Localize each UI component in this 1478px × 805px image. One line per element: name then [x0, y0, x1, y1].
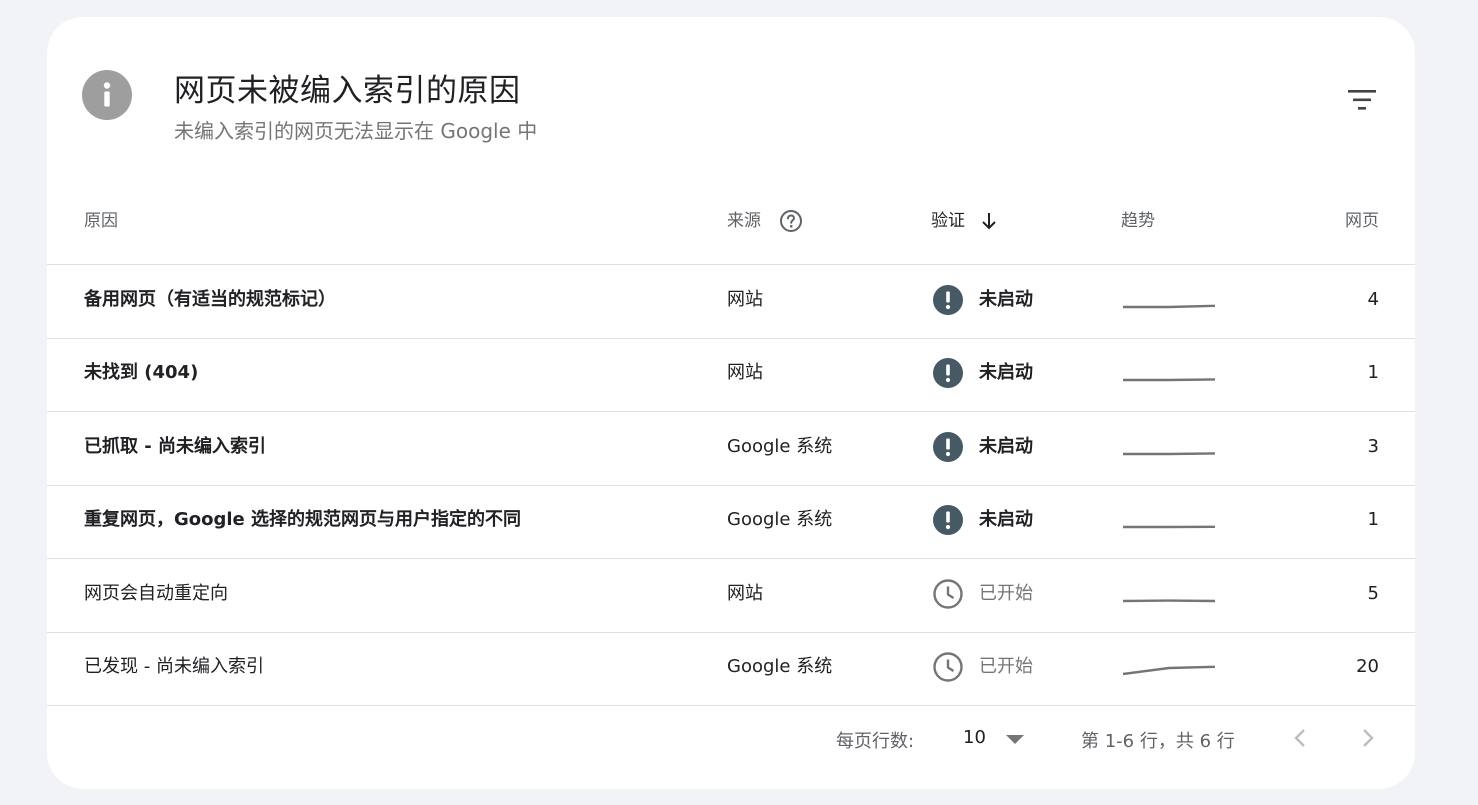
card-subtitle: 未编入索引的网页无法显示在 Google 中: [174, 119, 538, 143]
trend-sparkline: [1122, 598, 1216, 602]
trend-sparkline: [1123, 525, 1216, 529]
row-validation-status: 未启动: [979, 509, 1033, 531]
error-icon: [933, 358, 963, 389]
row-source: 网站: [727, 289, 763, 310]
rows-per-page-select[interactable]: 10: [953, 725, 1033, 755]
table-row[interactable]: 网页会自动重定向 网站 已开始 5: [47, 559, 1415, 633]
row-validation-status: 已开始: [979, 656, 1033, 677]
table-row[interactable]: 未找到 (404) 网站 未启动 1: [47, 338, 1415, 413]
info-icon: [82, 70, 132, 120]
row-pages-count: 5: [1367, 582, 1379, 604]
table-row[interactable]: 已抓取 - 尚未编入索引 Google 系统 未启动 3: [47, 412, 1415, 486]
chevron-right-icon: [1363, 729, 1374, 747]
table-row[interactable]: 备用网页（有适当的规范标记） 网站 未启动 4: [47, 265, 1415, 339]
trend-sparkline: [1123, 378, 1216, 382]
dropdown-arrow-icon: [1006, 735, 1024, 744]
trend-line: [1123, 304, 1216, 309]
card-title: 网页未被编入索引的原因: [174, 73, 521, 109]
column-header-reason[interactable]: 原因: [84, 187, 118, 264]
trend-line: [1123, 378, 1216, 382]
row-pages-count: 3: [1367, 435, 1379, 457]
row-validation-status: 已开始: [979, 582, 1033, 604]
row-source: Google 系统: [727, 509, 833, 531]
row-source: 网站: [727, 582, 763, 604]
row-validation-status: 未启动: [979, 289, 1033, 310]
previous-page-button[interactable]: [1284, 721, 1318, 755]
not-indexed-reasons-card: 网页未被编入索引的原因 未编入索引的网页无法显示在 Google 中 原因 来源…: [47, 17, 1415, 789]
row-reason: 备用网页（有适当的规范标记）: [84, 289, 336, 310]
row-source: Google 系统: [727, 435, 833, 457]
clock-icon: [933, 652, 963, 682]
row-reason: 重复网页，Google 选择的规范网页与用户指定的不同: [84, 509, 522, 531]
arrow-down-icon[interactable]: [979, 209, 999, 233]
row-reason: 已抓取 - 尚未编入索引: [84, 435, 267, 457]
column-header-pages[interactable]: 网页: [1345, 187, 1379, 264]
column-header-source-label: 来源: [727, 211, 761, 231]
column-header-validation-label: 验证: [931, 211, 965, 231]
table-header: 原因 来源 验证 趋势 网页: [47, 187, 1415, 265]
column-header-validation[interactable]: 验证: [931, 187, 996, 264]
row-validation-status: 未启动: [979, 362, 1033, 384]
error-icon: [933, 431, 963, 462]
row-reason: 已发现 - 尚未编入索引: [84, 656, 264, 677]
row-pages-count: 20: [1356, 656, 1379, 677]
filter-icon: [1348, 90, 1376, 110]
table-row[interactable]: 重复网页，Google 选择的规范网页与用户指定的不同 Google 系统 未启动 1: [47, 485, 1415, 560]
row-pages-count: 4: [1367, 289, 1379, 310]
row-validation-status: 未启动: [979, 435, 1033, 457]
row-pages-count: 1: [1367, 509, 1379, 531]
trend-line: [1123, 451, 1216, 455]
error-icon: [933, 505, 963, 536]
next-page-button[interactable]: [1350, 721, 1384, 755]
pagination: 每页行数: 10 第 1-6 行，共 6 行: [47, 707, 1415, 787]
filter-button[interactable]: [1341, 83, 1381, 117]
row-reason: 网页会自动重定向: [84, 582, 228, 604]
row-reason: 未找到 (404): [84, 362, 199, 384]
trend-sparkline: [1123, 451, 1216, 455]
table-row[interactable]: 已发现 - 尚未编入索引 Google 系统 已开始 20: [47, 632, 1415, 706]
column-header-source: 来源: [727, 187, 802, 264]
rows-per-page-value: 10: [963, 727, 986, 748]
clock-icon: [933, 578, 963, 609]
trend-sparkline: [1122, 665, 1216, 676]
help-icon[interactable]: [779, 209, 803, 233]
trend-sparkline: [1123, 304, 1216, 309]
error-icon: [933, 285, 963, 315]
rows-per-page-label: 每页行数:: [836, 731, 915, 752]
trend-line: [1122, 665, 1216, 676]
row-source: Google 系统: [727, 656, 833, 677]
row-pages-count: 1: [1367, 362, 1379, 384]
pagination-range: 第 1-6 行，共 6 行: [1081, 731, 1235, 752]
column-header-trend: 趋势: [1121, 211, 1155, 231]
chevron-left-icon: [1294, 729, 1305, 747]
row-source: 网站: [727, 362, 763, 384]
